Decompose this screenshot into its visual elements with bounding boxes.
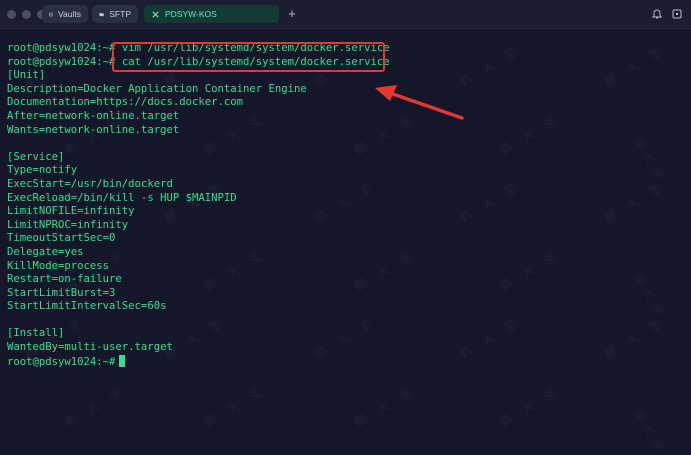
red-arrow-annotation bbox=[375, 85, 464, 120]
